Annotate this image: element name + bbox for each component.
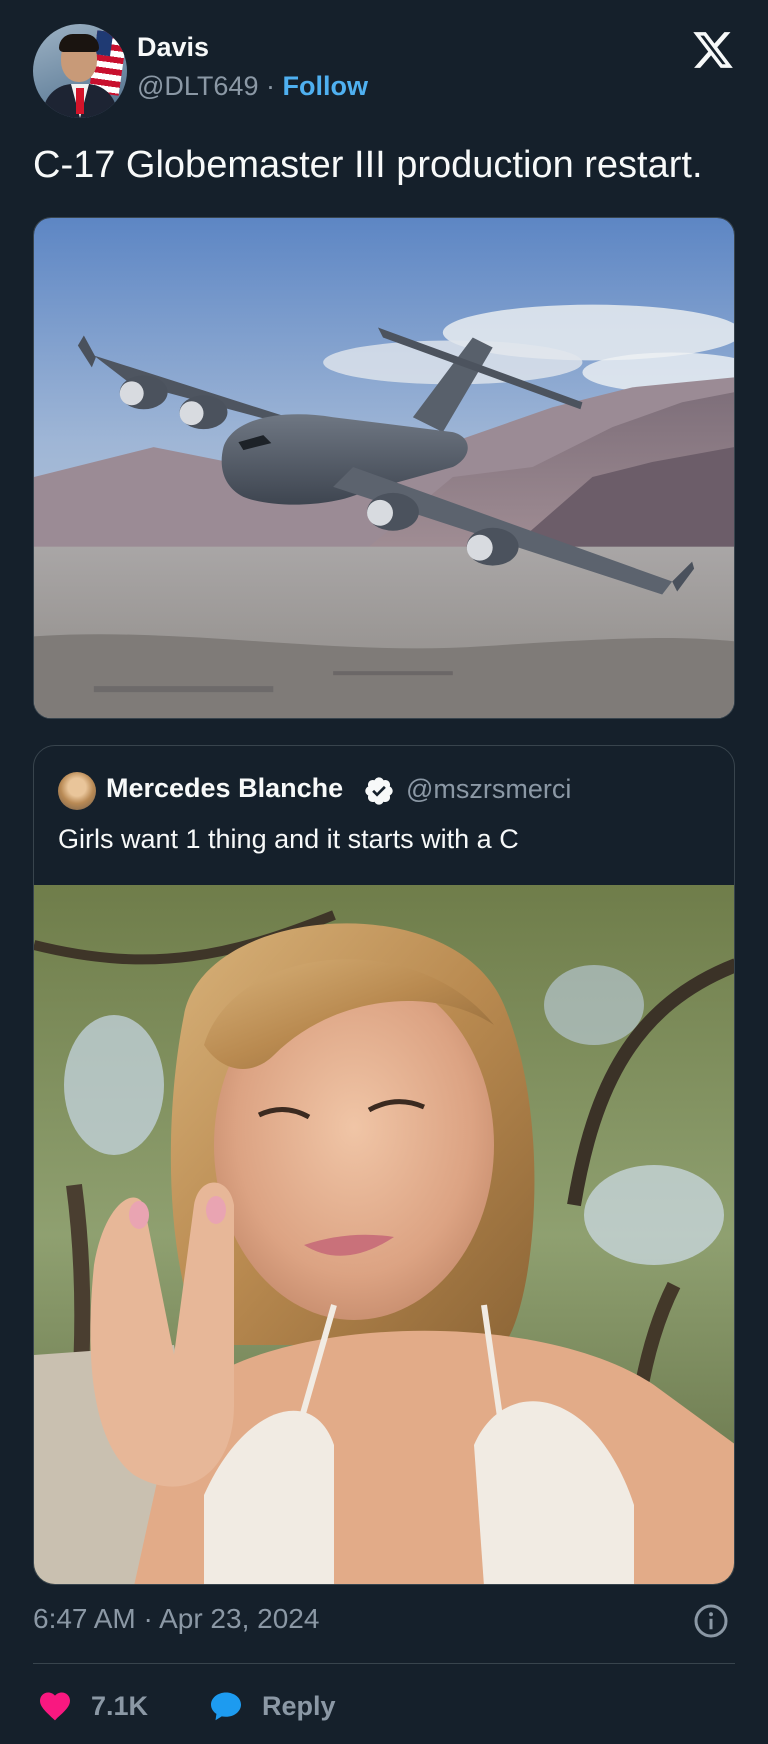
- quoted-tweet-media[interactable]: [34, 885, 734, 1584]
- like-count: 7.1K: [91, 1690, 149, 1721]
- tweet-text: C-17 Globemaster III production restart.: [33, 144, 703, 186]
- handle-separator: ·: [265, 71, 275, 101]
- speech-bubble-icon: [211, 1692, 241, 1721]
- selfie-photo: [34, 885, 734, 1584]
- author-name[interactable]: Davis: [137, 32, 209, 63]
- tweet-timestamp[interactable]: 6:47 AM · Apr 23, 2024: [33, 1603, 319, 1635]
- tweet-media-plane[interactable]: [33, 217, 735, 719]
- x-logo-icon[interactable]: [691, 28, 735, 72]
- tweet-header: Davis @DLT649 · Follow: [33, 24, 735, 120]
- author-avatar[interactable]: [33, 24, 127, 118]
- author-handle[interactable]: @DLT649: [137, 71, 258, 101]
- reply-label: Reply: [262, 1690, 336, 1721]
- quoted-tweet-text: Girls want 1 thing and it starts with a …: [58, 824, 519, 854]
- heart-icon: [40, 1692, 70, 1721]
- verified-badge-icon: [365, 777, 393, 805]
- action-divider: [33, 1663, 735, 1664]
- quoted-author-handle[interactable]: @mszrsmerci: [406, 774, 571, 805]
- follow-button[interactable]: Follow: [283, 71, 368, 101]
- quoted-author-avatar[interactable]: [58, 772, 96, 810]
- info-icon[interactable]: [693, 1603, 729, 1639]
- author-handle-row: @DLT649 · Follow: [137, 71, 368, 102]
- reply-button[interactable]: Reply: [208, 1686, 336, 1726]
- quoted-tweet[interactable]: Mercedes Blanche @mszrsmerci Girls want …: [33, 745, 735, 1585]
- quoted-author-name[interactable]: Mercedes Blanche: [106, 773, 343, 804]
- like-button[interactable]: 7.1K: [37, 1686, 148, 1726]
- c17-aircraft-photo: [34, 218, 734, 718]
